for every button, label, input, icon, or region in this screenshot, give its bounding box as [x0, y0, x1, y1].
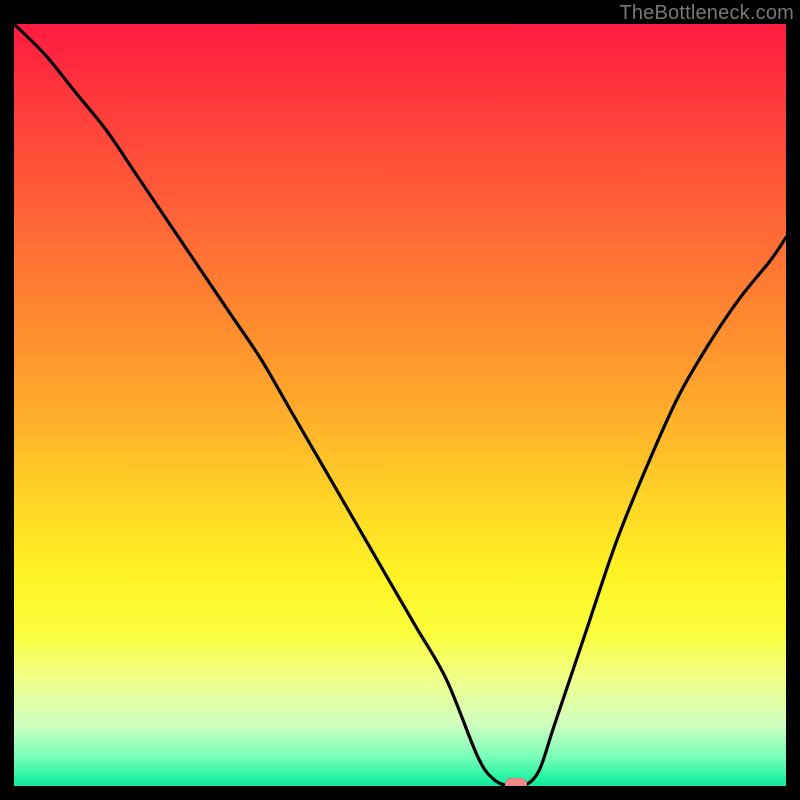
watermark-text: TheBottleneck.com: [619, 2, 794, 25]
plot-area: [14, 24, 786, 786]
curve-path: [14, 24, 786, 786]
optimum-marker: [505, 778, 527, 786]
bottleneck-curve: [14, 24, 786, 786]
chart-frame: TheBottleneck.com: [0, 0, 800, 800]
